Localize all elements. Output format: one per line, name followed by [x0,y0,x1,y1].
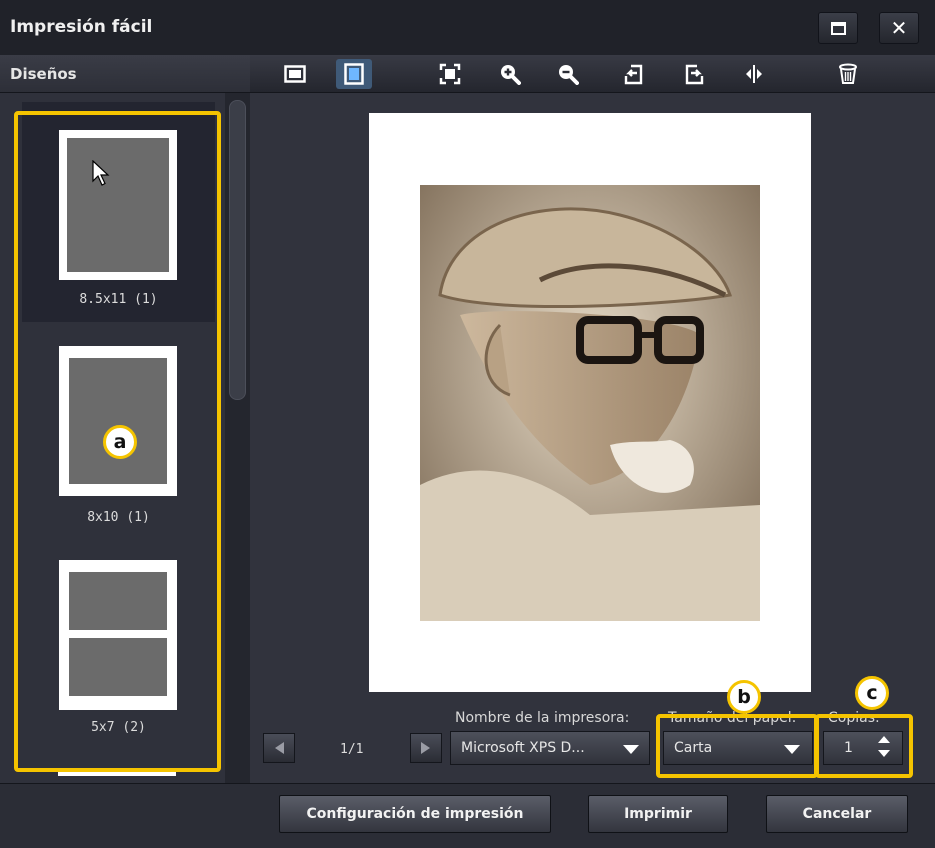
printer-select[interactable]: Microsoft XPS D... [450,731,650,765]
easy-print-dialog: Impresión fácil ✕ Diseños 8.5x11 (1) 8x1… [0,0,935,848]
portrait-page-button[interactable] [336,59,372,89]
next-layout-edge [58,772,176,776]
toolbar [250,55,935,93]
printer-select-value: Microsoft XPS D... [461,740,585,756]
chevron-down-icon [623,745,639,754]
arrow-right-icon [421,742,430,754]
rotate-left-icon [624,64,643,85]
flip-horizontal-button[interactable] [736,59,772,89]
page-indicator: 1/1 [340,742,364,757]
trash-icon [839,63,857,84]
sidebar-header: Diseños [0,55,250,93]
fit-to-page-icon [439,63,461,85]
maximize-button[interactable] [818,12,858,44]
window-title: Impresión fácil [10,17,153,37]
portrait-page-icon [344,63,364,85]
rotate-right-button[interactable] [676,59,712,89]
previous-page-button[interactable] [263,733,295,763]
rotate-right-icon [685,64,704,85]
preview-photo [420,185,760,621]
portrait-photo [420,185,760,621]
zoom-out-button[interactable] [550,59,586,89]
print-button[interactable]: Imprimir [588,795,728,833]
delete-button[interactable] [830,59,866,89]
maximize-icon [830,21,846,35]
next-page-button[interactable] [410,733,442,763]
zoom-out-icon [559,65,579,85]
close-icon: ✕ [890,16,908,40]
title-bar: Impresión fácil ✕ [0,0,935,55]
printer-name-label: Nombre de la impresora: [455,710,630,726]
callout-box-b [656,714,818,778]
callout-box-c [815,714,913,778]
callout-badge-c: c [855,676,889,710]
landscape-page-button[interactable] [277,59,313,89]
zoom-in-button[interactable] [492,59,528,89]
cancel-button[interactable]: Cancelar [766,795,908,833]
arrow-left-icon [275,742,284,754]
scrollbar-thumb[interactable] [229,100,246,400]
zoom-in-icon [501,65,521,85]
fit-to-page-button[interactable] [432,59,468,89]
landscape-page-icon [284,65,306,83]
close-button[interactable]: ✕ [879,12,919,44]
flip-horizontal-icon [746,65,762,83]
callout-badge-a: a [103,425,137,459]
rotate-left-button[interactable] [616,59,652,89]
sidebar-title: Diseños [10,65,77,83]
callout-badge-b: b [727,680,761,714]
print-setup-button[interactable]: Configuración de impresión [279,795,551,833]
